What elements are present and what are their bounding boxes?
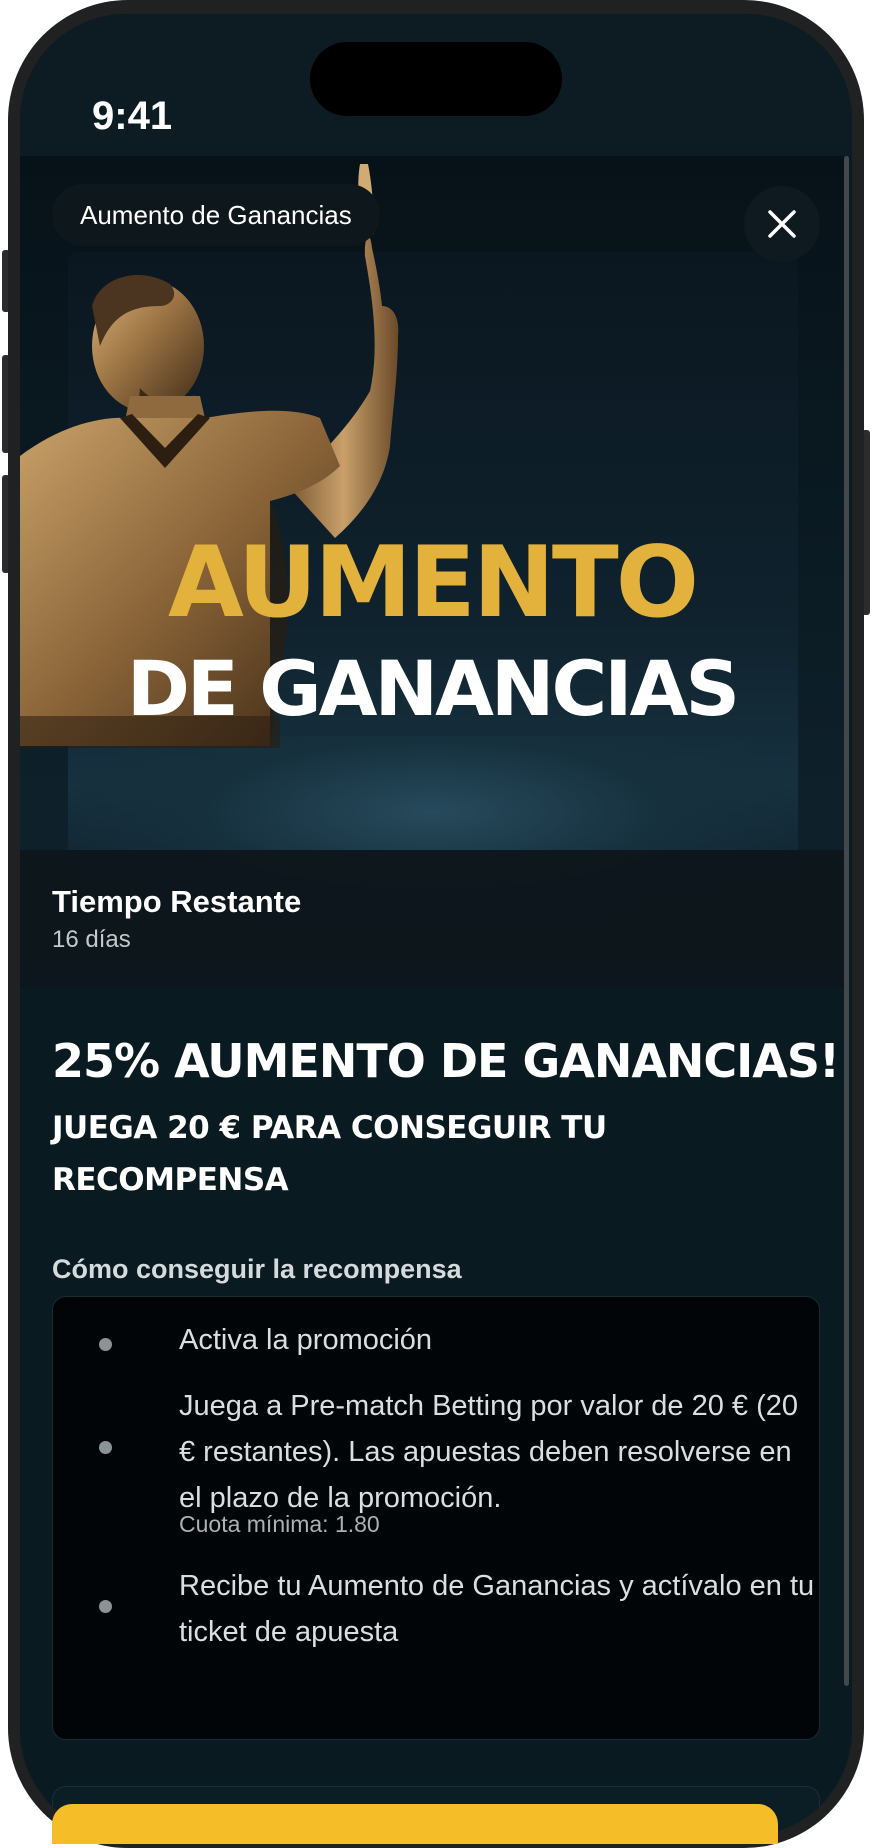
step-2-note: Cuota mínima: 1.80: [179, 1511, 380, 1537]
time-remaining-value: 16 días: [52, 926, 131, 953]
close-icon: [768, 210, 796, 238]
activate-promo-button[interactable]: [52, 1804, 778, 1844]
step-3-text: Recibe tu Aumento de Ganancias y actíval…: [179, 1570, 815, 1648]
step-bullet: [99, 1600, 112, 1613]
step-bullet: [99, 1338, 112, 1351]
how-to-title: Cómo conseguir la recompensa: [52, 1254, 462, 1284]
hero-title-line1: AUMENTO: [167, 526, 699, 640]
step-1-text: Activa la promoción: [179, 1324, 433, 1356]
hero-title-line2: DE GANANCIAS: [126, 644, 740, 733]
status-time: 9:41: [92, 94, 173, 138]
promo-subheadline: JUEGA 20 € PARA CONSEGUIR TU RECOMPENSA: [52, 1110, 607, 1198]
hero-title: AUMENTO DE GANANCIAS: [20, 526, 844, 733]
promo-headline: 25% AUMENTO DE GANANCIAS!: [52, 1034, 840, 1088]
step-bullet: [99, 1441, 112, 1454]
phone-frame: 9:41 AUMENTO DE GANANCIAS Aumento de Gan…: [0, 0, 873, 1848]
steps-card: Activa la promoción Juega a Pre-match Be…: [52, 1296, 820, 1740]
dynamic-island: [310, 42, 562, 116]
step-2-text: Juega a Pre-match Betting por valor de 2…: [179, 1390, 799, 1514]
close-button[interactable]: [744, 186, 820, 262]
scrollbar[interactable]: [844, 156, 849, 1686]
status-bar: 9:41: [20, 14, 852, 156]
time-remaining-label: Tiempo Restante: [52, 884, 302, 919]
screen: 9:41 AUMENTO DE GANANCIAS Aumento de Gan…: [20, 14, 852, 1836]
promo-category-chip: Aumento de Ganancias: [52, 184, 380, 246]
